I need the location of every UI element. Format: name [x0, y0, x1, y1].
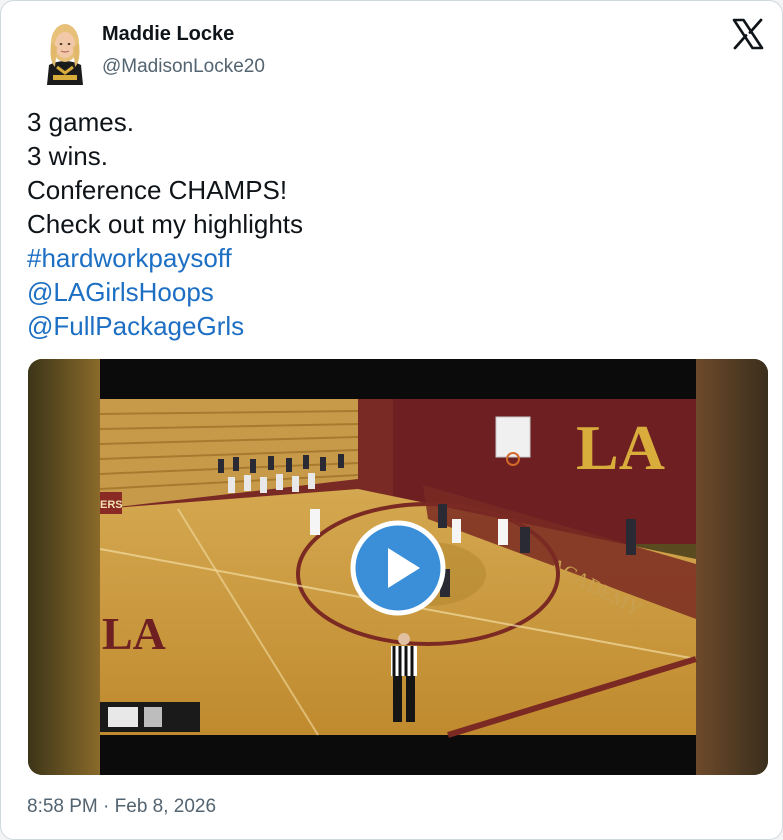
author-handle[interactable]: @MadisonLocke20 — [102, 56, 265, 78]
mention-link[interactable]: @FullPackageGrls — [27, 309, 747, 343]
tweet-card: Maddie Locke @MadisonLocke20 3 games. 3 … — [0, 0, 783, 840]
court-wall-logo: LA — [576, 412, 665, 483]
tweet-text: 3 games. 3 wins. Conference CHAMPS! Chec… — [27, 105, 747, 343]
play-icon — [350, 520, 446, 616]
tweet-line: 3 games. — [27, 107, 134, 137]
hashtag-link[interactable]: #hardworkpaysoff — [27, 241, 747, 275]
mention-link[interactable]: @LAGirlsHoops — [27, 275, 747, 309]
avatar[interactable] — [39, 17, 91, 85]
x-logo-icon[interactable] — [731, 17, 765, 51]
play-button[interactable] — [350, 520, 446, 616]
tweet-timestamp[interactable]: 8:58 PM · Feb 8, 2026 — [27, 796, 216, 818]
tweet-line: 3 wins. — [27, 141, 108, 171]
author-name[interactable]: Maddie Locke — [102, 23, 234, 46]
gym-banner-text: ERS — [100, 499, 123, 511]
tweet-line: Check out my highlights — [27, 209, 304, 239]
floor-logo: LA — [102, 608, 166, 659]
avatar-image — [39, 17, 91, 85]
tweet-line: Conference CHAMPS! — [27, 175, 288, 205]
